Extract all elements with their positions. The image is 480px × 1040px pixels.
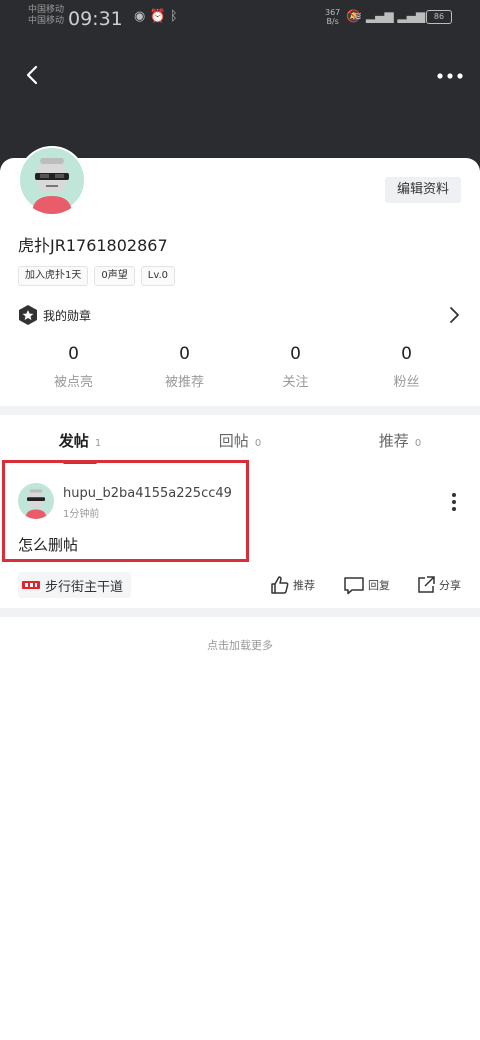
highlight-annotation xyxy=(2,460,249,562)
status-bar: 中国移动 中国移动 09:31 ◉ ⏰ ᛒ 367 B/s 🔕 ≋ ▂▄▆ ▂▄… xyxy=(0,0,480,36)
section-divider xyxy=(0,406,480,415)
avatar-illustration xyxy=(18,146,86,214)
stat-value: 0 xyxy=(179,344,190,364)
tab-label: 发帖 xyxy=(58,432,89,450)
clock: 09:31 xyxy=(68,8,123,30)
more-icon[interactable] xyxy=(437,73,463,79)
battery-icon: 86 xyxy=(426,10,452,24)
tag-reputation: 0声望 xyxy=(94,266,135,286)
recommend-button[interactable]: 推荐 xyxy=(270,574,315,596)
tab-count: 1 xyxy=(94,438,102,449)
stat-label: 粉丝 xyxy=(393,375,420,390)
tab-label: 回帖 xyxy=(218,432,249,450)
profile-tags: 加入虎扑1天 0声望 Lv.0 xyxy=(18,266,176,286)
tag-level: Lv.0 xyxy=(140,266,176,286)
content-tabs: 发帖 1 回帖 0 推荐 0 xyxy=(0,415,480,465)
wifi-icon: ≋ xyxy=(352,9,363,23)
username: 虎扑JR1761802867 xyxy=(18,236,168,255)
stat-following[interactable]: 0 关注 xyxy=(240,343,351,391)
signal-icon: ▂▄▆ xyxy=(365,9,394,23)
kebab-icon[interactable] xyxy=(451,492,457,512)
medal-label: 我的勋章 xyxy=(43,309,92,323)
stat-value: 0 xyxy=(290,344,301,364)
board-logo-icon xyxy=(22,581,40,589)
status-icons: ◉ ⏰ ᛒ xyxy=(134,9,178,24)
tab-replies[interactable]: 回帖 0 xyxy=(160,415,320,465)
bluetooth-icon: ᛒ xyxy=(169,9,178,24)
tab-count: 0 xyxy=(254,438,262,449)
back-icon[interactable] xyxy=(22,64,44,86)
thumb-up-icon xyxy=(271,576,289,594)
chevron-right-icon[interactable] xyxy=(448,306,460,324)
carrier-labels: 中国移动 中国移动 xyxy=(28,5,64,27)
stat-label: 关注 xyxy=(282,375,309,390)
edit-profile-button[interactable]: 编辑资料 xyxy=(385,177,461,203)
load-more-button[interactable]: 点击加载更多 xyxy=(0,637,480,653)
stat-label: 被推荐 xyxy=(164,375,204,390)
stat-recommended[interactable]: 0 被推荐 xyxy=(129,343,240,391)
comment-icon xyxy=(344,577,364,595)
signal-icons: ≋ ▂▄▆ ▂▄▆ xyxy=(352,9,425,23)
share-button[interactable]: 分享 xyxy=(416,574,461,596)
profile-card xyxy=(0,158,480,1040)
board-chip[interactable]: 步行街主干道 xyxy=(18,572,132,598)
stat-value: 0 xyxy=(401,344,412,364)
share-icon xyxy=(418,576,435,593)
stat-label: 被点亮 xyxy=(53,375,93,390)
recommend-label: 推荐 xyxy=(293,579,315,592)
stat-value: 0 xyxy=(68,344,79,364)
tag-join-days: 加入虎扑1天 xyxy=(18,266,89,286)
net-speed: 367 B/s xyxy=(325,8,341,26)
medal-icon xyxy=(19,305,37,325)
reply-label: 回复 xyxy=(368,579,390,592)
tab-label: 推荐 xyxy=(378,432,409,450)
board-name: 步行街主干道 xyxy=(45,579,124,595)
post-divider xyxy=(0,608,480,617)
tab-count: 0 xyxy=(414,438,422,449)
share-label: 分享 xyxy=(439,579,461,592)
tab-posts[interactable]: 发帖 1 xyxy=(0,415,160,465)
profile-header: 中国移动 中国移动 09:31 ◉ ⏰ ᛒ 367 B/s 🔕 ≋ ▂▄▆ ▂▄… xyxy=(0,0,480,175)
carrier-2: 中国移动 xyxy=(28,16,65,26)
signal-2-icon: ▂▄▆ xyxy=(397,9,426,23)
stat-followers[interactable]: 0 粉丝 xyxy=(351,343,462,391)
eye-icon: ◉ xyxy=(134,9,146,24)
reply-button[interactable]: 回复 xyxy=(343,574,390,596)
alarm-icon: ⏰ xyxy=(149,9,166,24)
carrier-1: 中国移动 xyxy=(28,5,65,15)
avatar[interactable] xyxy=(18,146,86,214)
medal-row[interactable]: 我的勋章 xyxy=(18,304,462,326)
profile-stats: 0 被点亮 0 被推荐 0 关注 0 粉丝 xyxy=(18,343,462,391)
stat-lit[interactable]: 0 被点亮 xyxy=(18,343,129,391)
tab-recommended[interactable]: 推荐 0 xyxy=(320,415,480,465)
